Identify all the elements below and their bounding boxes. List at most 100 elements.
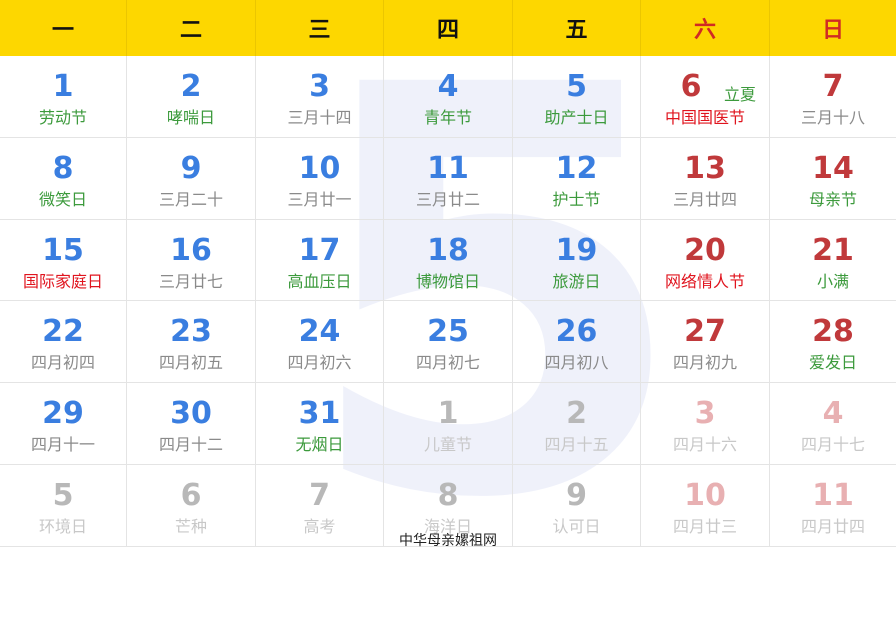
day-number: 19	[555, 232, 598, 268]
calendar-day-cell[interactable]: 23 四月初五	[127, 301, 256, 384]
calendar-day-cell[interactable]: 21 小满	[770, 220, 896, 302]
weekday-header: 一 二 三 四 五 六 日	[0, 0, 896, 56]
day-number: 14	[812, 150, 854, 186]
day-number: 10	[298, 150, 341, 186]
calendar-day-cell[interactable]: 25 四月初七	[384, 301, 513, 384]
calendar-day-cell[interactable]: 18 博物馆日	[384, 219, 513, 302]
calendar-day-cell[interactable]: 9 三月二十	[127, 137, 256, 220]
calendar-day-cell[interactable]: 27 四月初九	[641, 301, 770, 384]
day-number: 11	[427, 150, 469, 186]
calendar-day-cell[interactable]: 5 助产士日	[513, 56, 641, 138]
calendar-day-cell[interactable]: 17 高血压日	[256, 219, 384, 302]
day-subtitle: 四月初七	[415, 353, 480, 373]
calendar-day-cell[interactable]: 16 三月廿七	[127, 219, 256, 302]
day-number: 18	[427, 232, 469, 268]
day-number: 24	[298, 314, 341, 350]
calendar-day-cell[interactable]: 13 三月廿四	[641, 137, 770, 220]
day-subtitle: 四月初四	[30, 353, 95, 373]
calendar-day-cell[interactable]: 20 网络情人节	[641, 219, 770, 302]
calendar-week-row: 15 国际家庭日 16 三月廿七 17 高血压日 18 博物馆日 19 旅游日 20 网络情人节 21 小…	[0, 219, 896, 302]
calendar-week-row: 29 四月十一 30 四月十二 31 无烟日 1 儿童节 2 四月十五 3 四月十六 4 四月十七	[0, 383, 896, 465]
day-number: 2	[566, 396, 587, 432]
calendar-week-row: 22 四月初四 23 四月初五 24 四月初六 25 四月初七 26 四月初八 27 四月初九 28 爱发…	[0, 301, 896, 384]
day-number: 21	[812, 232, 854, 268]
calendar-day-cell[interactable]: 26 四月初八	[513, 301, 641, 384]
day-number: 9	[566, 477, 587, 513]
day-number: 17	[298, 232, 341, 268]
calendar-day-cell[interactable]: 3 四月十六	[641, 383, 770, 465]
day-number: 3	[309, 69, 330, 104]
day-subtitle: 三月十八	[800, 108, 865, 127]
day-number: 12	[555, 150, 598, 186]
calendar-day-cell[interactable]: 1 儿童节	[384, 383, 513, 465]
day-subtitle: 四月十五	[544, 435, 609, 455]
weekday-header-thu: 四	[384, 0, 513, 56]
day-number: 1	[437, 396, 459, 432]
day-subtitle: 劳动节	[38, 108, 87, 127]
day-number: 4	[822, 396, 844, 432]
day-number: 25	[427, 314, 469, 350]
day-number: 15	[42, 232, 84, 268]
calendar-day-cell[interactable]: 2 哮喘日	[127, 56, 256, 138]
solar-term-label: 立夏	[724, 85, 757, 104]
calendar-day-cell[interactable]: 14 母亲节	[770, 138, 896, 220]
calendar-day-cell[interactable]: 22 四月初四	[0, 301, 127, 384]
day-subtitle: 三月二十	[158, 189, 223, 209]
day-number: 4	[437, 69, 459, 104]
day-number: 11	[812, 477, 854, 513]
day-number: 28	[812, 314, 854, 350]
calendar-day-cell[interactable]: 4 四月十七	[770, 383, 896, 465]
day-subtitle: 三月廿四	[672, 189, 737, 209]
calendar-day-cell[interactable]: 1 劳动节	[0, 56, 127, 138]
calendar-day-cell[interactable]: 11 三月廿二	[384, 137, 513, 220]
day-subtitle: 高血压日	[287, 271, 352, 291]
calendar-day-cell[interactable]: 6 立夏 中国国医节	[641, 56, 770, 138]
day-subtitle: 网络情人节	[664, 271, 745, 291]
day-number: 6	[180, 477, 202, 513]
weekday-header-fri: 五	[513, 0, 641, 56]
calendar-day-cell[interactable]: 31 无烟日	[256, 383, 384, 465]
day-subtitle: 爱发日	[808, 353, 857, 373]
calendar-day-cell[interactable]: 8 微笑日	[0, 137, 127, 220]
day-number: 8	[437, 477, 459, 513]
day-subtitle: 微笑日	[38, 189, 87, 209]
calendar-day-cell[interactable]: 12 护士节	[513, 137, 641, 220]
calendar-day-cell[interactable]: 24 四月初六	[256, 301, 384, 384]
day-subtitle: 三月廿二	[415, 189, 480, 209]
calendar-day-cell[interactable]: 19 旅游日	[513, 219, 641, 302]
calendar-grid: 1 劳动节 2 哮喘日 3 三月十四 4 青年节 5 助产士日 6 立夏 中国国医节 7 三月十八 8 微笑日 9…	[0, 56, 896, 547]
calendar-week-row: 8 微笑日 9 三月二十 10 三月廿一 11 三月廿二 12 护士节 13 三月廿四 14 母亲节	[0, 137, 896, 220]
day-subtitle: 三月廿七	[158, 271, 223, 291]
day-subtitle: 三月十四	[287, 108, 352, 127]
day-number: 27	[684, 314, 726, 350]
day-subtitle: 四月十二	[158, 435, 223, 455]
calendar-day-cell[interactable]: 4 青年节	[384, 56, 513, 138]
day-subtitle: 四月十六	[672, 435, 737, 455]
day-number: 16	[170, 232, 212, 268]
calendar-day-cell[interactable]: 28 爱发日	[770, 301, 896, 384]
day-subtitle: 哮喘日	[166, 108, 215, 127]
calendar-day-cell[interactable]: 30 四月十二	[127, 383, 256, 465]
day-number: 2	[180, 69, 202, 104]
day-number: 22	[42, 314, 84, 350]
day-subtitle: 国际家庭日	[22, 271, 103, 291]
footer-credit: 中华母亲嫘祖网	[399, 533, 497, 549]
calendar-day-cell[interactable]: 3 三月十四	[256, 56, 384, 138]
day-number: 7	[822, 69, 844, 104]
day-subtitle: 四月初八	[544, 353, 609, 373]
calendar-day-cell[interactable]: 7 三月十八	[770, 56, 896, 138]
day-subtitle: 中国国医节	[664, 108, 745, 127]
weekday-header-tue: 二	[127, 0, 256, 56]
calendar-day-cell[interactable]: 2 四月十五	[513, 383, 641, 465]
day-number: 5	[52, 477, 74, 513]
day-subtitle: 博物馆日	[415, 271, 480, 291]
day-number: 9	[180, 150, 202, 186]
weekday-header-wed: 三	[256, 0, 384, 56]
day-number: 13	[684, 150, 726, 186]
calendar-day-cell[interactable]: 29 四月十一	[0, 383, 127, 465]
calendar-day-cell[interactable]: 15 国际家庭日	[0, 219, 127, 302]
calendar-day-cell[interactable]: 10 三月廿一	[256, 137, 384, 220]
calendar-week-row: 1 劳动节 2 哮喘日 3 三月十四 4 青年节 5 助产士日 6 立夏 中国国医节 7 三月十八	[0, 56, 896, 138]
day-subtitle: 旅游日	[552, 271, 601, 291]
day-subtitle: 青年节	[423, 108, 472, 127]
